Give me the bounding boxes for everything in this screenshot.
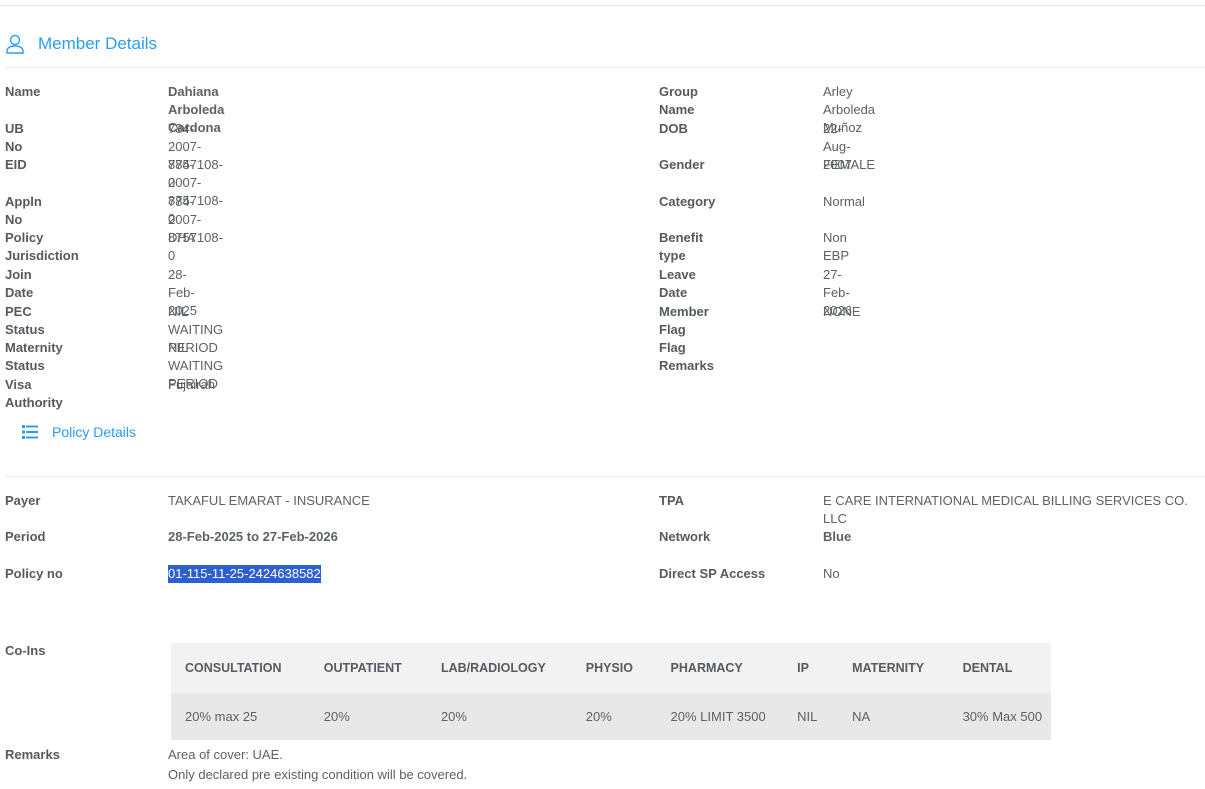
network-label: Network <box>659 529 711 544</box>
member-details-header: Member Details <box>5 34 157 54</box>
policy-no-label: Policy no <box>5 566 63 581</box>
field-label: Join Date <box>5 267 34 300</box>
direct-sp-access-label: Direct SP Access <box>659 566 766 581</box>
field-label: Leave Date <box>659 267 696 300</box>
period-label: Period <box>5 529 46 544</box>
field-label: Benefit type <box>659 230 704 264</box>
section-title: Member Details <box>38 34 158 53</box>
field-label: UB No <box>5 120 24 154</box>
field-value: DHA <box>168 230 196 246</box>
co-ins-label: Co-Ins <box>5 643 46 658</box>
policy-details-header: Policy Details <box>22 424 136 440</box>
period-row: Period 28-Feb-2025 to 27-Feb-2026 Networ… <box>0 528 1205 546</box>
tpa-value: E CARE INTERNATIONAL MEDICAL BILLING SER… <box>823 493 1188 526</box>
field-label: Visa Authority <box>5 376 63 410</box>
field-label: PEC Status <box>5 303 45 337</box>
table-cell: 30% Max 500 <box>948 693 1051 740</box>
field-label: Name <box>5 84 41 99</box>
user-icon <box>6 34 24 54</box>
field-value: Fujairah <box>168 376 215 392</box>
table-cell: 20% LIMIT 3500 <box>656 693 784 740</box>
table-cell: 20% <box>309 693 427 740</box>
column-header: LAB/RADIOLOGY <box>426 643 572 693</box>
column-header: DENTAL <box>948 643 1051 693</box>
column-header: MATERNITY <box>838 643 949 693</box>
divider <box>5 67 1205 68</box>
field-label: Category <box>659 193 716 209</box>
direct-sp-access-value: No <box>823 566 840 581</box>
column-header: OUTPATIENT <box>309 643 427 693</box>
table-cell: NA <box>838 693 949 740</box>
table-cell: 20% max 25 <box>171 693 310 740</box>
table-cell: NIL <box>783 693 839 740</box>
column-header: PHYSIO <box>571 643 657 693</box>
field-label: Member Flag <box>659 303 709 337</box>
payer-value: TAKAFUL EMARAT - INSURANCE <box>168 493 370 508</box>
table-header-row: CONSULTATION OUTPATIENT LAB/RADIOLOGY PHYSI… <box>171 643 1051 693</box>
column-header: PHARMACY <box>656 643 784 693</box>
column-header: CONSULTATION <box>171 643 310 693</box>
table-cell: 20% <box>426 693 572 740</box>
field-value: FEMALE <box>823 157 876 173</box>
field-value: NONE <box>823 303 861 319</box>
top-divider <box>0 5 1205 6</box>
column-header: IP <box>783 643 839 693</box>
list-icon <box>22 425 38 439</box>
co-ins-table: CONSULTATION OUTPATIENT LAB/RADIOLOGY PHYSI… <box>171 643 1051 740</box>
field-label: Appln No <box>5 193 42 227</box>
table-cell: 20% <box>571 693 657 740</box>
table-row: 20% max 25 20% 20% 20% 20% LIMIT 3500 NIL NA 30… <box>171 693 1051 740</box>
field-value: Normal <box>823 193 865 209</box>
section-title: Policy Details <box>52 424 137 440</box>
network-value: Blue <box>823 529 852 544</box>
policy-no-value[interactable]: 01-115-11-25-2424638582 <box>168 565 321 583</box>
period-value: 28-Feb-2025 to 27-Feb-2026 <box>168 529 338 544</box>
field-label: DOB <box>659 120 688 136</box>
remarks-line: Area of cover: UAE. <box>168 747 283 762</box>
divider <box>5 476 1205 477</box>
field-label: EID <box>5 157 27 173</box>
field-label: Maternity Status <box>5 340 63 374</box>
tpa-label: TPA <box>659 493 685 508</box>
policy-no-row: Policy no 01-115-11-25-2424638582 Direct… <box>0 565 1205 583</box>
field-label: Gender <box>659 157 705 173</box>
remarks-label: Remarks <box>5 747 60 762</box>
field-value: Non EBP <box>823 230 850 264</box>
field-label: Flag Remarks <box>659 340 714 374</box>
payer-row: Payer TAKAFUL EMARAT - INSURANCE TPA E C… <box>0 492 1205 526</box>
field-label: Policy Jurisdiction <box>5 230 79 264</box>
remarks-line: Only declared pre existing condition wil… <box>168 767 468 782</box>
payer-label: Payer <box>5 493 41 508</box>
field-label: Group Name <box>659 84 698 117</box>
remarks-text: Area of cover: UAE. Only declared pre ex… <box>168 745 467 785</box>
